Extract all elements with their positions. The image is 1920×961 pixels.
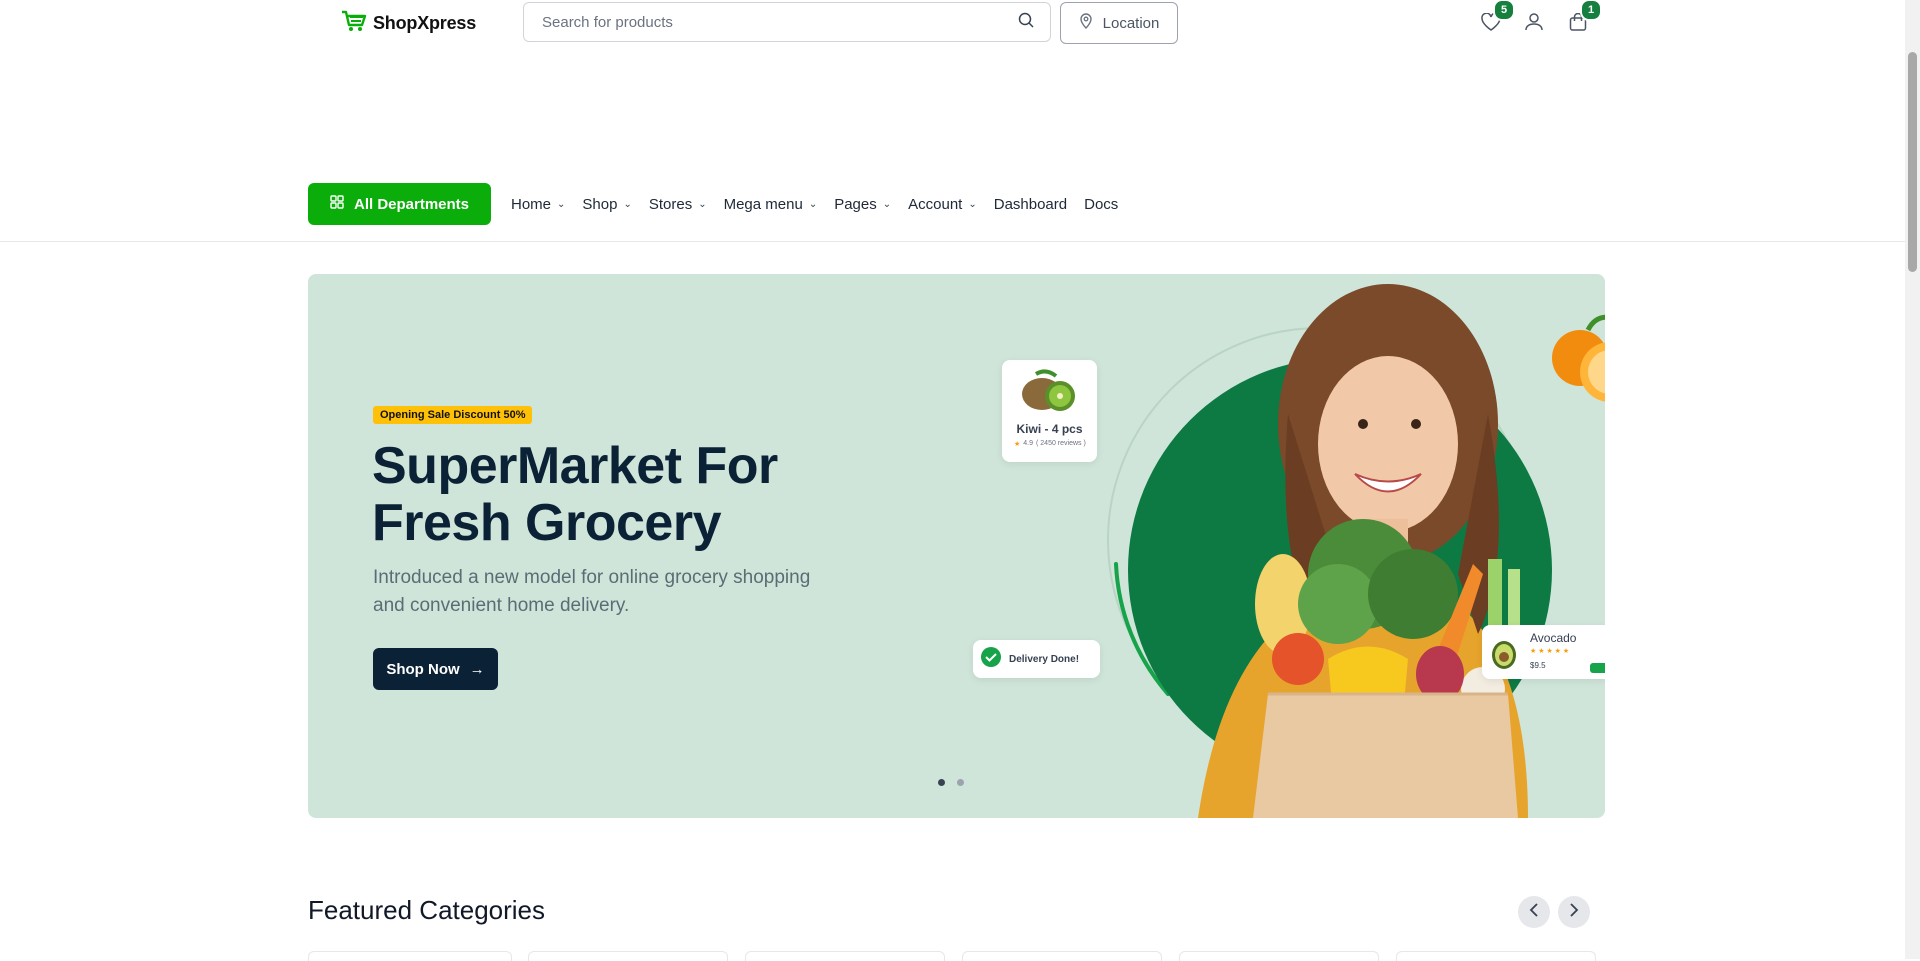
nav-label: Docs bbox=[1084, 195, 1119, 213]
kiwi-reviews: ( 2450 reviews ) bbox=[1036, 440, 1086, 447]
nav-label: Home bbox=[511, 195, 552, 213]
main-nav: Home ⌄ Shop ⌄ Stores ⌄ Mega menu ⌄ Pages ⌄ Ac… bbox=[511, 183, 1135, 225]
nav-label: Shop bbox=[582, 195, 618, 213]
nav-item-pages[interactable]: Pages ⌄ bbox=[834, 196, 891, 213]
wishlist-count-badge: 5 bbox=[1493, 0, 1515, 21]
chevron-left-icon bbox=[1529, 902, 1539, 922]
avocado-image bbox=[1492, 641, 1516, 669]
nav-item-home[interactable]: Home ⌄ bbox=[511, 196, 565, 213]
nav-label: Pages bbox=[834, 195, 877, 213]
chevron-down-icon: ⌄ bbox=[698, 198, 707, 210]
category-card[interactable] bbox=[745, 951, 945, 961]
chevron-down-icon: ⌄ bbox=[968, 198, 977, 210]
chevron-down-icon: ⌄ bbox=[623, 198, 632, 210]
location-label: Location bbox=[1102, 14, 1160, 32]
avocado-stars: ★ ★ ★ ★ ★ bbox=[1530, 648, 1570, 655]
arrow-right-icon: → bbox=[469, 660, 485, 678]
logo-text: ShopXpress bbox=[373, 12, 477, 33]
chevron-down-icon: ⌄ bbox=[557, 198, 566, 210]
all-departments-label: All Departments bbox=[353, 195, 470, 213]
cart-button[interactable]: 1 bbox=[1564, 0, 1602, 38]
delivery-label: Delivery Done! bbox=[1009, 653, 1080, 665]
category-card[interactable] bbox=[528, 951, 728, 961]
carousel-dots bbox=[938, 779, 964, 786]
chevron-down-icon: ⌄ bbox=[808, 198, 818, 210]
kiwi-product-card: Kiwi - 4 pcs ★ 4.9 ( 2450 reviews ) bbox=[1002, 360, 1097, 462]
nav-label: Stores bbox=[648, 195, 693, 213]
nav-item-stores[interactable]: Stores ⌄ bbox=[649, 196, 707, 213]
featured-categories-title: Featured Categories bbox=[308, 895, 546, 925]
delivery-done-card: Delivery Done! bbox=[973, 640, 1100, 678]
avocado-name: Avocado bbox=[1530, 631, 1577, 645]
kiwi-rating: 4.9 bbox=[1023, 440, 1034, 447]
chevron-right-icon bbox=[1569, 902, 1579, 922]
nav-label: Account bbox=[908, 195, 963, 213]
shop-now-label: Shop Now bbox=[386, 660, 460, 678]
prev-button[interactable] bbox=[1518, 896, 1550, 928]
nav-item-mega-menu[interactable]: Mega menu ⌄ bbox=[724, 196, 818, 213]
account-button[interactable] bbox=[1520, 10, 1548, 38]
carousel-dot-1[interactable] bbox=[938, 779, 945, 786]
kiwi-image bbox=[1022, 369, 1075, 411]
nav-label: Dashboard bbox=[993, 195, 1068, 213]
logo[interactable]: ShopXpress bbox=[341, 10, 476, 36]
category-card[interactable] bbox=[308, 951, 512, 961]
all-departments-button[interactable]: All Departments bbox=[308, 183, 491, 225]
search-bar bbox=[523, 2, 1051, 42]
chevron-down-icon: ⌄ bbox=[882, 198, 892, 210]
nav-item-shop[interactable]: Shop ⌄ bbox=[582, 196, 631, 213]
hero-illustration bbox=[1107, 284, 1605, 818]
nav-item-dashboard[interactable]: Dashboard bbox=[994, 196, 1067, 213]
check-circle-icon bbox=[981, 646, 1001, 672]
page-scrollbar[interactable] bbox=[1905, 0, 1920, 959]
category-card[interactable] bbox=[962, 951, 1162, 961]
hero-subtitle: Introduced a new model for online grocer… bbox=[373, 567, 811, 616]
category-card[interactable] bbox=[1396, 951, 1596, 961]
category-card[interactable] bbox=[1179, 951, 1379, 961]
sale-tag: Opening Sale Discount 50% bbox=[373, 406, 533, 424]
kiwi-rating-row: ★ 4.9 ( 2450 reviews ) bbox=[1014, 440, 1086, 448]
avocado-price: $9.5 bbox=[1530, 661, 1546, 670]
cart-count-badge: 1 bbox=[1580, 0, 1602, 21]
grid-icon bbox=[330, 195, 344, 213]
hero-title: SuperMarket For Fresh Grocery bbox=[372, 438, 892, 552]
nav-item-docs[interactable]: Docs bbox=[1084, 196, 1118, 213]
map-pin-icon bbox=[1079, 13, 1093, 33]
hero-title-line2: Fresh Grocery bbox=[372, 494, 722, 552]
avocado-add-button[interactable] bbox=[1590, 663, 1605, 673]
star-icon: ★ bbox=[1014, 441, 1021, 448]
nav-label: Mega menu bbox=[723, 195, 803, 213]
search-icon[interactable] bbox=[1018, 12, 1034, 33]
avocado-product-card: Avocado ★ ★ ★ ★ ★ $9.5 bbox=[1482, 625, 1605, 679]
search-input[interactable] bbox=[540, 12, 1018, 32]
kiwi-name: Kiwi - 4 pcs bbox=[1016, 422, 1083, 436]
hero-banner: Opening Sale Discount 50% SuperMarket Fo… bbox=[308, 274, 1605, 818]
scrollbar-thumb[interactable] bbox=[1908, 52, 1917, 272]
location-button[interactable]: Location bbox=[1060, 2, 1178, 44]
wishlist-button[interactable]: 5 bbox=[1477, 0, 1515, 38]
nav-item-account[interactable]: Account ⌄ bbox=[908, 196, 977, 213]
shop-now-button[interactable]: Shop Now → bbox=[373, 648, 498, 690]
next-button[interactable] bbox=[1558, 896, 1590, 928]
cart-logo-icon bbox=[341, 9, 367, 38]
user-icon bbox=[1525, 12, 1543, 36]
category-cards-row bbox=[308, 951, 1605, 961]
carousel-dot-2[interactable] bbox=[957, 779, 964, 786]
hero-title-line1: SuperMarket For bbox=[372, 437, 778, 495]
nav-divider bbox=[0, 241, 1905, 242]
